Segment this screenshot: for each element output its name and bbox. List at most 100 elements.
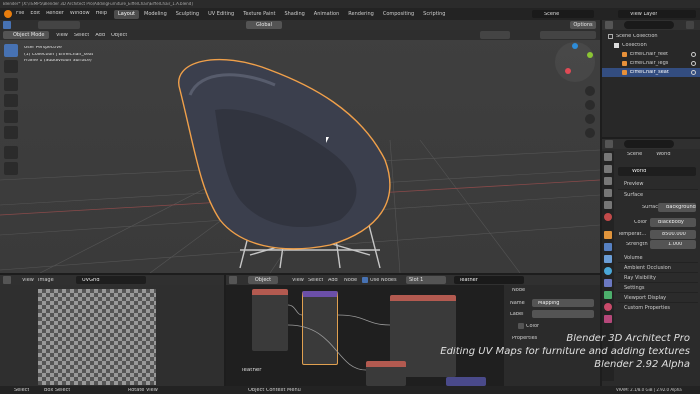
tab-sculpting[interactable]: Sculpting [172,10,203,19]
chair-seat[interactable] [160,50,420,250]
pan-icon[interactable] [585,100,595,110]
workspace-tabs: Layout Modeling Sculpting UV Editing Tex… [114,10,449,19]
viewport-header: Object Mode View Select Add Object [0,30,600,40]
data-tab-icon[interactable] [604,291,612,299]
scene-selector[interactable]: Scene [532,10,594,18]
select-mode-icons[interactable] [38,21,80,29]
view-layer-tab-icon[interactable] [604,189,612,197]
filter-icon[interactable] [686,21,694,29]
visibility-eye-icon[interactable] [691,61,696,66]
tab-rendering[interactable]: Rendering [344,10,378,19]
scene-tab-icon[interactable] [604,201,612,209]
menu-window[interactable]: Window [70,11,90,16]
temperature-row: Temperat... 8500.000 [618,230,698,239]
viewport-menu-view[interactable]: View [56,33,68,38]
mode-dropdown[interactable]: Object Mode [3,31,49,39]
tab-modeling[interactable]: Modeling [140,10,171,19]
texture-tab-icon[interactable] [604,315,612,323]
select-box-tool-icon[interactable] [4,44,18,57]
viewport-menu-object[interactable]: Object [111,33,127,38]
outliner-search-input[interactable] [624,21,674,29]
shading-modes-icon[interactable] [540,31,596,39]
viewport-menu-select[interactable]: Select [74,33,89,38]
tool-tab-icon[interactable] [604,153,612,161]
tab-layout[interactable]: Layout [114,10,139,19]
properties-editor-icon[interactable] [605,140,613,148]
outliner-item-seat[interactable]: EiffelChair_seat [602,68,700,77]
constraints-tab-icon[interactable] [604,279,612,287]
material-tab-icon[interactable] [604,303,612,311]
tab-uv-editing[interactable]: UV Editing [204,10,238,19]
menu-help[interactable]: Help [96,11,107,16]
node-label-field[interactable] [532,310,594,318]
properties-search-input[interactable] [624,140,674,148]
object-label: EiffelChair_feet [630,52,669,57]
visibility-eye-icon[interactable] [691,70,696,75]
menu-file[interactable]: File [16,11,24,16]
rotate-tool-icon[interactable] [4,94,18,107]
render-tab-icon[interactable] [604,165,612,173]
status-vram: VRAM: 2.1/8.0 GiB | 2.92.0 Alpha [616,388,682,392]
blender-logo-icon[interactable] [4,10,12,18]
overlay-toggle-icon[interactable] [480,31,510,39]
window-title: Blender* [X:\TEMP5\Blender 3D Architect … [3,2,193,6]
world-tab-icon[interactable] [604,213,612,221]
world-name-field[interactable]: World [632,169,646,174]
section-preview[interactable]: Preview [618,179,698,190]
editor-type-icon[interactable] [3,21,11,29]
modifier-tab-icon[interactable] [604,243,612,251]
measure-tool-icon[interactable] [4,162,18,175]
menu-edit[interactable]: Edit [30,11,40,16]
output-tab-icon[interactable] [604,177,612,185]
world-selector[interactable]: World [618,167,696,176]
axis-z-icon[interactable] [572,43,578,49]
cursor-tool-icon[interactable] [4,60,18,73]
viewport-menu-add[interactable]: Add [95,33,105,38]
object-tab-icon[interactable] [604,231,612,239]
color-checkbox[interactable] [518,323,524,329]
3d-viewport[interactable]: User Perspective (1) Collection | Eiffel… [0,30,600,273]
view-layer-selector[interactable]: View Layer [618,10,696,18]
navigation-gizmo[interactable] [555,42,595,82]
axis-x-icon[interactable] [565,68,571,74]
tab-shading[interactable]: Shading [280,10,308,19]
temperature-value: 8500.000 [662,232,686,237]
particles-tab-icon[interactable] [604,255,612,263]
options-button[interactable]: Options [570,21,596,29]
transform-orientation-dropdown[interactable]: Global [246,21,282,29]
section-ray-visibility[interactable]: Ray Visibility [618,273,698,283]
ambient-occlusion-toggle[interactable]: Ambient Occlusion [618,263,698,273]
outliner-collection[interactable]: Collection [602,41,700,50]
outliner-scene-collection[interactable]: Scene Collection [602,32,700,41]
axis-y-icon[interactable] [587,52,593,58]
section-volume[interactable]: Volume [618,253,698,263]
camera-view-icon[interactable] [585,114,595,124]
section-surface[interactable]: Surface [618,190,698,201]
outliner-item-feet[interactable]: EiffelChair_feet [602,50,700,59]
uv-menu-view[interactable]: View [22,278,34,283]
transform-tool-icon[interactable] [4,126,18,139]
physics-tab-icon[interactable] [604,267,612,275]
tab-animation[interactable]: Animation [310,10,344,19]
outliner-editor-icon[interactable] [605,21,613,29]
ortho-toggle-icon[interactable] [585,128,595,138]
outliner-item-legs[interactable]: EiffelChair_legs [602,59,700,68]
zoom-icon[interactable] [585,86,595,96]
move-tool-icon[interactable] [4,78,18,91]
menu-render[interactable]: Render [46,11,64,16]
section-viewport-display[interactable]: Viewport Display [618,293,698,303]
surface-row: Surface Background [618,203,698,212]
uv-editor-type-icon[interactable] [3,276,11,284]
section-settings[interactable]: Settings [618,283,698,293]
node-panel-header[interactable]: Node [512,288,525,293]
tab-scripting[interactable]: Scripting [419,10,449,19]
section-custom-properties[interactable]: Custom Properties [618,303,698,313]
scale-tool-icon[interactable] [4,110,18,123]
visibility-eye-icon[interactable] [691,52,696,57]
tab-compositing[interactable]: Compositing [379,10,418,19]
uv-menu-image[interactable]: Image [38,278,54,283]
uv-grid-image[interactable] [38,289,156,385]
annotate-tool-icon[interactable] [4,146,18,159]
tab-texture-paint[interactable]: Texture Paint [239,10,279,19]
color-row: Color Blackbody [618,218,698,227]
